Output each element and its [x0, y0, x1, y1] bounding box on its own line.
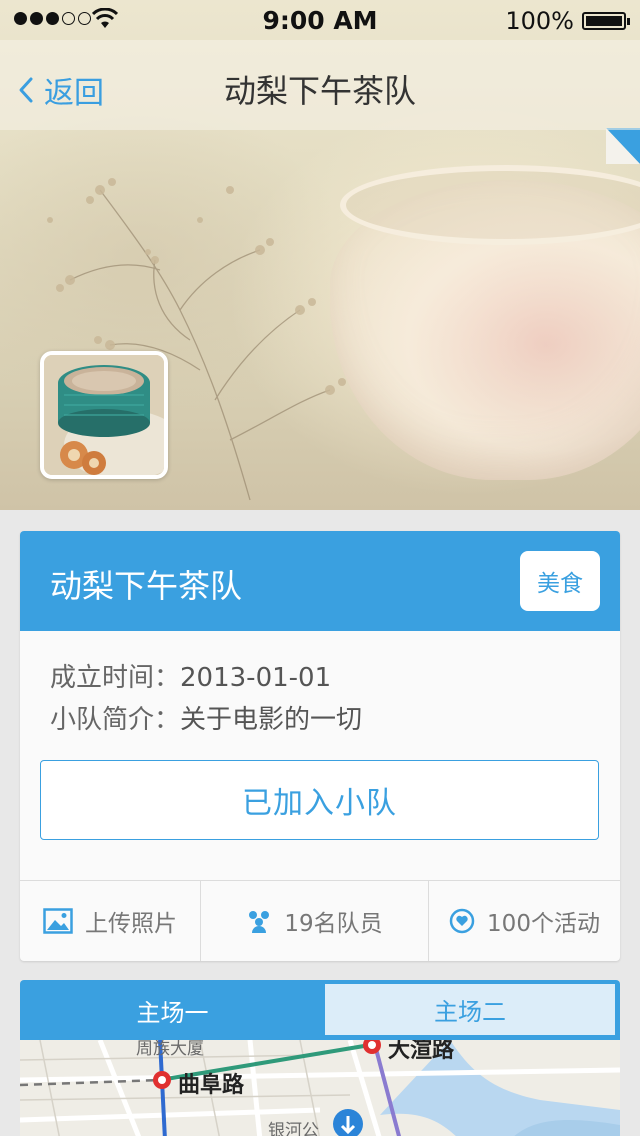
corner-ribbon-icon: [606, 128, 640, 164]
battery-icon: [582, 12, 630, 30]
team-avatar[interactable]: [40, 351, 168, 479]
people-icon: [249, 911, 270, 933]
map-label-dalian-road: 大渲路: [388, 1040, 455, 1063]
upload-photo-button[interactable]: 上传照片: [20, 881, 200, 961]
founded-value: 2013-01-01: [180, 663, 332, 693]
teacup-avatar-image: [44, 355, 164, 475]
heart-circle-icon: [449, 908, 475, 934]
status-bar: 9:00 AM 100%: [0, 0, 640, 40]
page-title: 动梨下午茶队: [223, 72, 416, 110]
upload-photo-label: 上传照片: [85, 911, 177, 937]
tab-venue-two[interactable]: 主场二: [325, 984, 615, 1035]
tab-venue-one[interactable]: 主场一: [20, 980, 325, 1040]
activities-button[interactable]: 100个活动: [428, 881, 620, 961]
intro-row: 小队简介：关于电影的一切: [50, 699, 362, 736]
members-button[interactable]: 19名队员: [200, 881, 428, 961]
intro-value: 关于电影的一切: [180, 705, 363, 735]
founded-row: 成立时间：2013-01-01: [50, 657, 331, 694]
venue-map-card: 主场一 主场二 周族大厦 曲阜路 大渲路 银河公: [20, 980, 620, 1136]
intro-label: 小队简介：: [50, 705, 181, 735]
team-name: 动梨下午茶队: [50, 567, 243, 605]
navigation-bar: 返回 动梨下午茶队: [0, 40, 640, 130]
team-info-card: 动梨下午茶队 美食 成立时间：2013-01-01 小队简介：关于电影的一切 已…: [20, 531, 620, 961]
venue-map[interactable]: 周族大厦 曲阜路 大渲路 银河公: [20, 1040, 620, 1136]
team-card-header: 动梨下午茶队 美食: [20, 531, 620, 631]
members-count: 19名队员: [284, 911, 383, 937]
map-label-yinhe: 银河公: [268, 1121, 319, 1136]
map-label-building: 周族大厦: [136, 1040, 204, 1059]
map-roads-graphic: [20, 1040, 620, 1136]
image-icon: [43, 908, 73, 934]
joined-team-button[interactable]: 已加入小队: [40, 760, 599, 840]
category-tag[interactable]: 美食: [520, 551, 600, 611]
founded-label: 成立时间：: [50, 663, 181, 693]
team-stats-bar: 上传照片 19名队员 100个活动: [20, 880, 620, 961]
map-label-qufu-road: 曲阜路: [178, 1073, 245, 1098]
activities-count: 100个活动: [487, 911, 600, 937]
battery-percent: 100%: [505, 7, 574, 35]
